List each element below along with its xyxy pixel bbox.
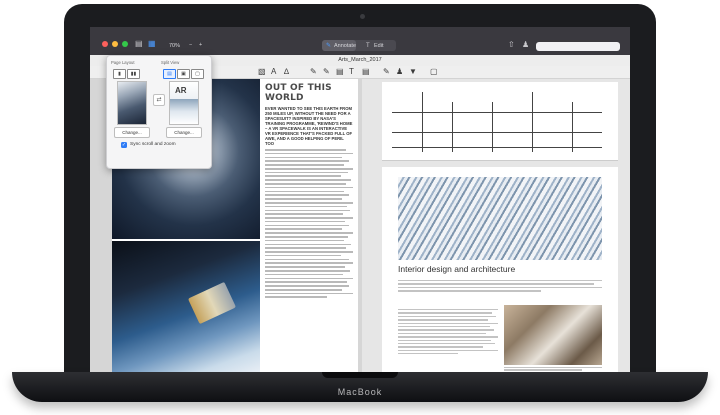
article-body-text-right (398, 307, 498, 356)
single-page-icon[interactable]: ▮ (113, 69, 126, 79)
pencil-icon[interactable]: ✎ (310, 68, 317, 76)
change-left-document-button[interactable]: Change... (114, 127, 150, 138)
note-icon[interactable]: ▤ (362, 68, 370, 76)
camera (360, 14, 365, 19)
highlight-icon[interactable]: A (271, 68, 276, 76)
mode-annotate-button[interactable]: Annotate (334, 43, 356, 49)
shapes-icon[interactable]: ▤ (336, 68, 344, 76)
drawing-line (392, 147, 602, 148)
architecture-facade-photo (398, 177, 602, 260)
page-layout-popover: Page Layout Split View ▮ ▮▮ ▤ ▣ ▢ AR ⇄ C… (106, 55, 212, 169)
article-title: Interior design and architecture (398, 264, 516, 274)
article-column-left: OUT OF THIS WORLD EVER WANTED TO SEE THI… (265, 83, 353, 300)
stamp-icon[interactable]: ♟ (522, 41, 529, 49)
swap-documents-icon[interactable]: ⇄ (153, 94, 165, 106)
drawing-line (452, 102, 453, 152)
earth-orbit-photo (112, 241, 260, 372)
split-off-icon[interactable]: ▢ (191, 69, 204, 79)
minimize-window-button[interactable] (112, 41, 118, 47)
sync-scroll-checkbox[interactable]: ✓ (121, 142, 127, 148)
annotate-icon[interactable]: ✎ (326, 42, 331, 50)
strikethrough-icon[interactable]: ∆ (284, 68, 289, 76)
architectural-drawing (382, 82, 618, 161)
zoom-window-button[interactable] (122, 41, 128, 47)
zoom-in-button[interactable]: + (199, 42, 202, 48)
search-input[interactable] (536, 42, 620, 51)
crop-icon[interactable]: ▢ (430, 68, 438, 76)
pen-icon[interactable]: ✎ (383, 68, 390, 76)
article-subhead: EVER WANTED TO SEE THIS EARTH FROM 250 M… (265, 106, 353, 146)
text-box-icon[interactable]: ▧ (258, 68, 266, 76)
split-horizontal-icon[interactable]: ▤ (163, 69, 176, 79)
page-layout-icon[interactable]: ▦ (148, 40, 156, 48)
eraser-icon[interactable]: ✎ (323, 68, 330, 76)
left-document-thumbnail[interactable] (117, 81, 147, 125)
measure-icon[interactable]: ▼ (409, 68, 417, 76)
interior-stair-photo (504, 305, 602, 365)
change-right-document-button[interactable]: Change... (166, 127, 202, 138)
drawing-line (392, 112, 602, 113)
app-toolbar: ▤ ▦ 70% − + ✎ Annotate T Edit ⇧ ♟ (90, 27, 630, 56)
sync-scroll-label: Sync scroll and zoom (130, 142, 176, 147)
photo-caption (504, 365, 602, 372)
close-window-button[interactable] (102, 41, 108, 47)
share-icon[interactable]: ⇧ (508, 41, 515, 49)
text-tool-icon[interactable]: T (349, 68, 354, 76)
zoom-out-button[interactable]: − (189, 42, 192, 48)
two-page-icon[interactable]: ▮▮ (127, 69, 140, 79)
article-body-text (265, 149, 353, 299)
zoom-level[interactable]: 70% (169, 43, 180, 49)
laptop-notch (322, 372, 398, 378)
signature-icon[interactable]: ♟ (396, 68, 403, 76)
drawing-line (422, 92, 423, 152)
drawing-line (572, 102, 573, 152)
split-vertical-icon[interactable]: ▣ (177, 69, 190, 79)
screen: ▤ ▦ 70% − + ✎ Annotate T Edit ⇧ ♟ Arts_M… (90, 27, 630, 372)
right-document-thumbnail[interactable]: AR (169, 81, 199, 125)
thumbnail-text: AR (175, 86, 187, 95)
sidebar-icon[interactable]: ▤ (135, 40, 143, 48)
page-layout-label: Page Layout (111, 60, 135, 65)
article-headline: OUT OF THIS WORLD (265, 83, 332, 103)
drawing-line (492, 102, 493, 152)
split-view-label: Split View (161, 60, 180, 65)
mode-edit-button[interactable]: Edit (374, 43, 383, 49)
drawing-line (532, 92, 533, 152)
edit-icon[interactable]: T (366, 42, 370, 50)
device-brand: MacBook (337, 387, 383, 397)
article-intro-text (398, 278, 602, 294)
drawing-line (392, 132, 602, 133)
